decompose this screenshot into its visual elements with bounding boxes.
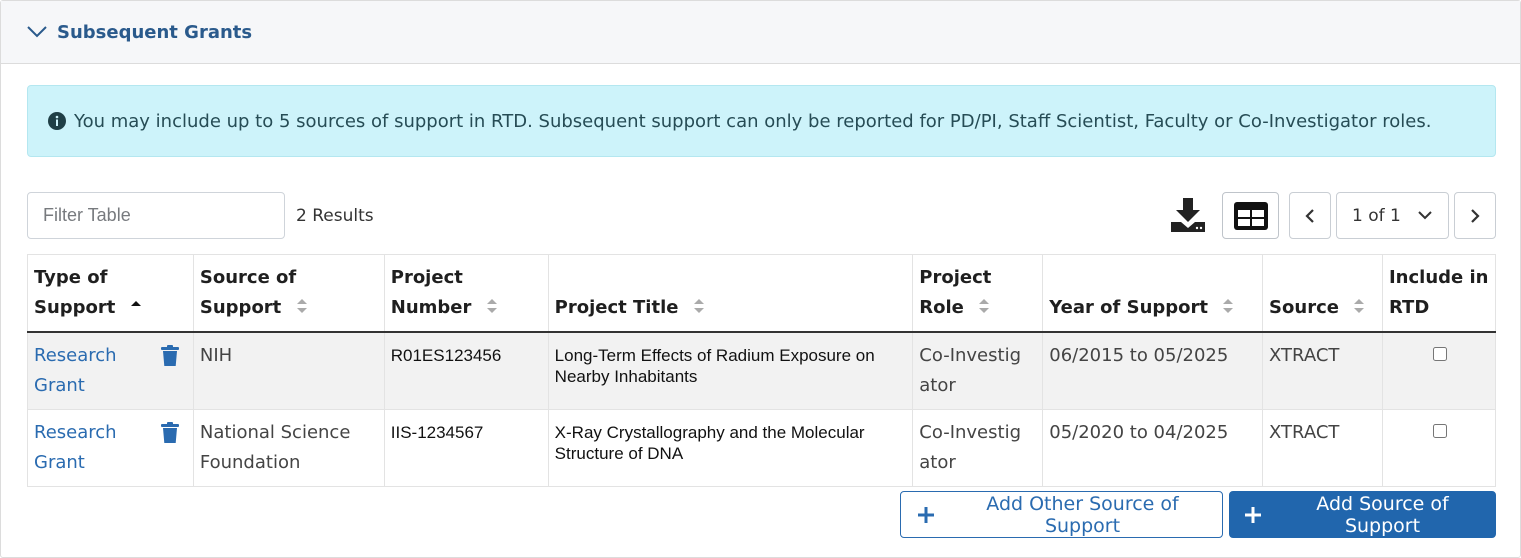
cell-type-of-support: Research Grant [27, 332, 194, 410]
cell-year-of-support: 05/2020 to 04/2025 [1042, 409, 1263, 487]
column-header-project-title[interactable]: Project Title [547, 254, 913, 333]
info-alert: You may include up to 5 sources of suppo… [27, 85, 1496, 157]
alert-text: You may include up to 5 sources of suppo… [74, 110, 1432, 132]
plus-icon [918, 506, 934, 523]
column-header-type-of-support[interactable]: Type of Support [27, 254, 194, 333]
download-icon[interactable] [1167, 195, 1209, 235]
table-view-icon [1233, 201, 1268, 230]
trash-icon[interactable] [160, 422, 179, 444]
cell-source-of-support: National Science Foundation [192, 409, 385, 487]
column-header-source[interactable]: Source [1262, 254, 1383, 333]
chevron-right-icon [1471, 208, 1480, 223]
type-of-support-link[interactable]: Research Grant [34, 341, 124, 401]
chevron-down-icon [27, 26, 47, 38]
cell-project-role: Co-Investigator [912, 409, 1043, 487]
section-title: Subsequent Grants [57, 21, 253, 43]
sort-icon [1223, 299, 1234, 313]
column-header-project-role[interactable]: Project Role [912, 254, 1043, 333]
sort-icon [693, 299, 704, 313]
type-of-support-link[interactable]: Research Grant [34, 418, 124, 478]
trash-icon[interactable] [160, 345, 179, 367]
subsequent-grants-panel: Subsequent Grants You may include up to … [0, 0, 1521, 558]
cell-project-number: R01ES123456 [383, 332, 549, 410]
table-header-row: Type of Support Source of Support Projec… [27, 254, 1497, 333]
filter-table-input[interactable] [27, 192, 285, 239]
cell-source: XTRACT [1262, 409, 1383, 487]
subsequent-grants-table: Type of Support Source of Support Projec… [27, 254, 1497, 487]
results-count: 2 Results [296, 206, 374, 226]
sort-icon [486, 299, 497, 313]
section-toggle[interactable]: Subsequent Grants [1, 1, 1520, 64]
previous-page-button[interactable] [1289, 192, 1331, 239]
column-header-project-number[interactable]: Project Number [383, 254, 549, 333]
table-view-button[interactable] [1222, 192, 1279, 239]
chevron-left-icon [1305, 208, 1314, 223]
cell-project-number: IIS-1234567 [383, 409, 549, 487]
info-icon [48, 112, 66, 130]
cell-type-of-support: Research Grant [27, 409, 194, 487]
column-header-year-of-support[interactable]: Year of Support [1042, 254, 1263, 333]
cell-year-of-support: 06/2015 to 05/2025 [1042, 332, 1263, 410]
page-select[interactable]: 1 of 1 [1336, 192, 1449, 239]
add-other-source-of-support-button[interactable]: Add Other Source of Support [900, 491, 1223, 538]
cell-include-in-rtd [1381, 332, 1497, 410]
sort-icon [1354, 299, 1365, 313]
cell-project-title: X-Ray Crystallography and the Molecular … [547, 409, 913, 487]
page-indicator: 1 of 1 [1352, 205, 1401, 226]
table-row: Research Grant National Science Foundati… [27, 409, 1497, 487]
column-header-source-of-support[interactable]: Source of Support [192, 254, 385, 333]
next-page-button[interactable] [1454, 192, 1496, 239]
cell-source-of-support: NIH [192, 332, 385, 410]
include-in-rtd-checkbox[interactable] [1432, 347, 1447, 361]
include-in-rtd-checkbox[interactable] [1432, 424, 1447, 438]
sort-icon [296, 299, 307, 313]
plus-icon [1245, 506, 1261, 523]
cell-project-title: Long-Term Effects of Radium Exposure on … [547, 332, 913, 410]
column-header-include-in-rtd: Include in RTD [1381, 254, 1497, 333]
sort-ascending-icon [130, 301, 141, 306]
cell-source: XTRACT [1262, 332, 1383, 410]
cell-project-role: Co-Investigator [912, 332, 1043, 410]
chevron-down-icon [1418, 211, 1432, 220]
cell-include-in-rtd [1381, 409, 1497, 487]
add-source-of-support-button[interactable]: Add Source of Support [1229, 491, 1496, 538]
sort-icon [979, 299, 990, 313]
table-row: Research Grant NIH R01ES123456 Long-Term… [27, 332, 1497, 410]
